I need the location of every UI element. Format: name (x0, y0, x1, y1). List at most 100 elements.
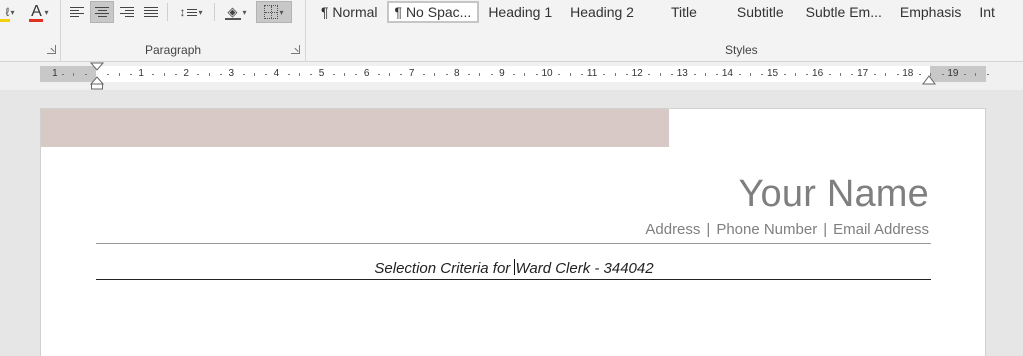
selection-criteria-heading[interactable]: Selection Criteria for Ward Clerk - 3440… (41, 259, 987, 277)
ruler-tick (873, 74, 876, 75)
paragraph-group-label: Paragraph (145, 43, 202, 57)
ruler-tick (287, 74, 290, 75)
ruler-tick (569, 73, 571, 76)
font-color-bar (29, 19, 44, 22)
ruler-tick (896, 74, 899, 75)
ruler-tick (795, 73, 797, 76)
ruler-tick (783, 74, 786, 75)
chevron-down-icon: ▾ (198, 7, 203, 17)
ruler-area: 1 1 2 3 4 5 6 7 8 9 10 11 12 13 14 15 16 17 18 19 (0, 62, 1023, 90)
chevron-down-icon: ▾ (242, 7, 247, 17)
ruler-tick (806, 74, 809, 75)
ruler-tick (389, 73, 391, 76)
ruler-number: 2 (183, 68, 189, 79)
ruler-tick (118, 73, 120, 76)
ruler-tick (298, 73, 300, 76)
style-intense[interactable]: Int (970, 1, 1004, 23)
ruler-tick (208, 73, 210, 76)
divider (214, 3, 215, 21)
style-no-spacing[interactable]: ¶ No Spac... (386, 1, 480, 23)
ruler-tick (625, 74, 628, 75)
ruler-number: 16 (812, 68, 824, 79)
ruler-tick (220, 74, 223, 75)
ruler-tick (468, 74, 471, 75)
ruler-tick (129, 74, 132, 75)
chevron-down-icon: ▾ (10, 7, 15, 17)
ruler-number: 3 (228, 68, 235, 79)
heading-rule (96, 279, 931, 280)
ruler-number: 8 (454, 68, 460, 79)
chevron-down-icon: ▾ (44, 7, 49, 17)
ruler-tick (355, 74, 358, 75)
style-subtle-emphasis[interactable]: Subtle Em... (797, 1, 891, 23)
ruler-tick (919, 74, 922, 75)
address-text: Address (645, 221, 701, 238)
ruler-tick (377, 74, 380, 75)
ruler-tick (580, 74, 583, 75)
ruler-tick (941, 74, 944, 75)
ruler-tick (986, 74, 989, 75)
ruler-tick (749, 73, 751, 76)
ruler-number: 1 (52, 68, 58, 79)
ruler-number: 14 (721, 68, 733, 79)
align-center-icon (95, 7, 109, 17)
font-color-button[interactable]: A ▾ (22, 1, 56, 23)
ruler-number: 17 (857, 68, 869, 79)
ruler-tick (614, 73, 616, 76)
ruler-tick (434, 73, 436, 76)
criteria-text-end: Ward Clerk - 344042 (515, 260, 654, 277)
justify-button[interactable] (140, 1, 162, 23)
ruler-tick (524, 73, 526, 76)
ruler-tick (840, 73, 842, 76)
line-spacing-arrows-icon: ↕ (179, 5, 186, 19)
highlight-color-button[interactable]: ℓ ▾ (0, 1, 20, 23)
font-dialog-launcher-icon[interactable] (47, 45, 56, 54)
style-heading-2[interactable]: Heading 2 (561, 1, 643, 23)
shading-button[interactable]: ◈ ▾ (218, 1, 254, 23)
ruler-tick (73, 73, 75, 76)
document-page[interactable]: Your Name Address | Phone Number | Email… (40, 108, 986, 356)
ruler-tick (163, 73, 165, 76)
ruler-tick (62, 74, 65, 75)
ruler-number: 13 (676, 68, 688, 79)
right-indent-marker[interactable] (922, 70, 936, 86)
ruler-tick (265, 74, 268, 75)
ruler-number: 18 (902, 68, 914, 79)
horizontal-ruler[interactable]: 1 1 2 3 4 5 6 7 8 9 10 11 12 13 14 15 16 17 18 19 (40, 66, 989, 82)
ruler-number: 11 (586, 68, 598, 79)
ruler-tick (197, 74, 200, 75)
ruler-tick (648, 74, 651, 75)
borders-icon (264, 5, 279, 19)
ruler-tick (975, 73, 977, 76)
ruler-number: 9 (499, 68, 505, 79)
group-divider (60, 0, 61, 62)
ruler-tick (84, 74, 87, 75)
separator: | (706, 221, 711, 238)
style-heading-1[interactable]: Heading 1 (479, 1, 561, 23)
chevron-down-icon: ▾ (279, 7, 284, 17)
first-line-indent-marker[interactable] (90, 62, 104, 90)
style-emphasis[interactable]: Emphasis (891, 1, 970, 23)
borders-button[interactable]: ▾ (256, 1, 292, 23)
contact-line[interactable]: Address | Phone Number | Email Address (645, 221, 929, 238)
ruler-tick (693, 74, 696, 75)
paragraph-dialog-launcher-icon[interactable] (291, 45, 300, 54)
align-right-icon (120, 7, 134, 17)
ruler-tick (716, 74, 719, 75)
align-right-button[interactable] (116, 1, 138, 23)
ruler-tick (964, 74, 967, 75)
ruler-number: 1 (138, 68, 144, 79)
resume-name[interactable]: Your Name (738, 173, 929, 216)
ruler-tick (253, 73, 255, 76)
styles-group-label: Styles (725, 43, 758, 57)
ruler-number: 19 (947, 68, 959, 79)
align-left-button[interactable] (66, 1, 88, 23)
line-spacing-button[interactable]: ↕ ▾ (172, 1, 210, 23)
center-button[interactable] (90, 1, 114, 23)
phone-text: Phone Number (716, 221, 818, 238)
style-normal[interactable]: ¶ Normal (312, 1, 387, 23)
ruler-tick (490, 74, 493, 75)
style-title[interactable]: Title (643, 1, 727, 23)
style-subtitle[interactable]: Subtitle (727, 1, 797, 23)
ruler-tick (422, 74, 425, 75)
